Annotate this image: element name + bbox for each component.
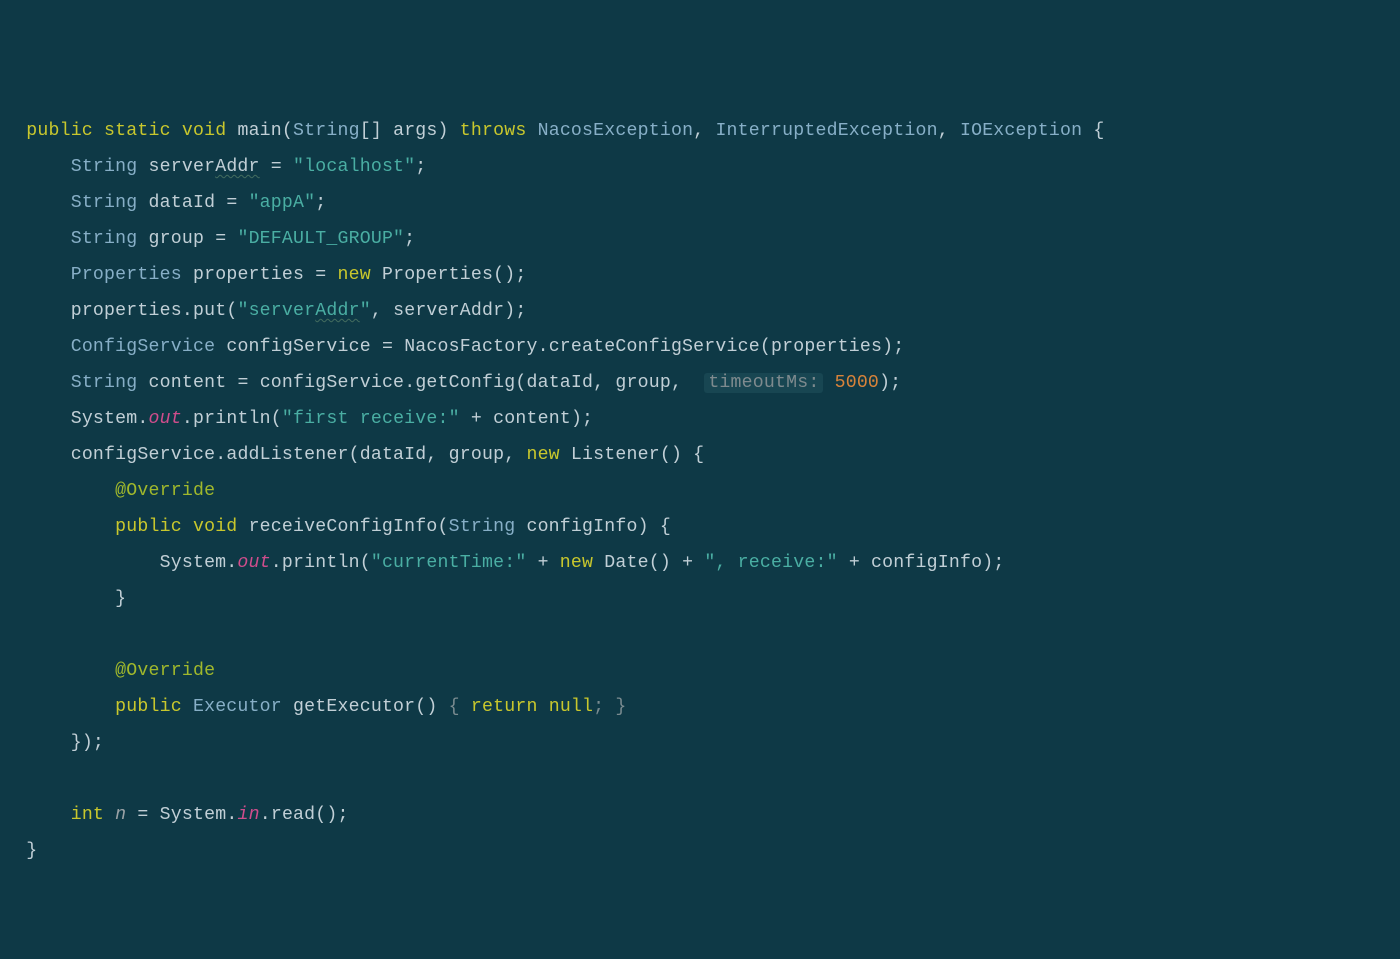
type-string: String [293, 121, 360, 141]
type-string2: String [71, 157, 138, 177]
keyword-return: return [471, 697, 538, 717]
ref-serverAddr: serverAddr [393, 301, 504, 321]
type-configservice: ConfigService [71, 337, 216, 357]
type-string3: String [71, 193, 138, 213]
type-properties: Properties [71, 265, 182, 285]
keyword-new1: new [338, 265, 371, 285]
arg-dataId1: dataId [526, 373, 593, 393]
keyword-void2: void [193, 517, 237, 537]
str-currentTime: "currentTime:" [371, 553, 527, 573]
keyword-public3: public [115, 697, 182, 717]
method-println2: println [282, 553, 360, 573]
var-group: group [149, 229, 205, 249]
type-string6: String [449, 517, 516, 537]
inlay-hint-timeoutMs: timeoutMs: [704, 373, 823, 393]
ref-configService2: configService [71, 445, 216, 465]
method-getExecutor: getExecutor [293, 697, 415, 717]
param-configInfo: configInfo [526, 517, 637, 537]
num-5000: 5000 [835, 373, 879, 393]
field-out1: out [149, 409, 182, 429]
method-main: main [237, 121, 281, 141]
keyword-null: null [549, 697, 593, 717]
ref-content: content [493, 409, 571, 429]
method-createConfigService: createConfigService [549, 337, 760, 357]
ref-properties: properties [71, 301, 182, 321]
keyword-public2: public [115, 517, 182, 537]
arg-group2: group [449, 445, 505, 465]
arg-dataId2: dataId [360, 445, 427, 465]
annotation-override2: @Override [115, 661, 215, 681]
ref-nacosfactory: NacosFactory [404, 337, 537, 357]
ctor-date: Date [604, 553, 648, 573]
ctor-properties: Properties [382, 265, 493, 285]
code-block: public static void main(String[] args) t… [4, 121, 1104, 861]
type-string4: String [71, 229, 138, 249]
str-localhost: "localhost" [293, 157, 415, 177]
str-appA: "appA" [249, 193, 316, 213]
str-serverAddr-key: "serverAddr" [237, 301, 370, 321]
arg-properties: properties [771, 337, 882, 357]
field-in: in [237, 805, 259, 825]
str-default-group: "DEFAULT_GROUP" [237, 229, 404, 249]
annotation-override1: @Override [115, 481, 215, 501]
method-println1: println [193, 409, 271, 429]
ref-configInfo: configInfo [871, 553, 982, 573]
ctor-listener: Listener [571, 445, 660, 465]
param-args: args [393, 121, 437, 141]
ex-nacos: NacosException [538, 121, 694, 141]
type-executor: Executor [193, 697, 282, 717]
var-configService: configService [226, 337, 371, 357]
ref-system2: System [160, 553, 227, 573]
keyword-static: static [104, 121, 171, 141]
field-out2: out [237, 553, 270, 573]
var-content: content [149, 373, 227, 393]
ex-io: IOException [960, 121, 1082, 141]
keyword-new3: new [560, 553, 593, 573]
var-dataId: dataId [149, 193, 216, 213]
var-n: n [115, 805, 126, 825]
var-serverAddr: serverAddr [149, 157, 260, 177]
keyword-public: public [26, 121, 93, 141]
method-getConfig: getConfig [415, 373, 515, 393]
ref-system1: System [71, 409, 138, 429]
method-addListener: addListener [226, 445, 348, 465]
keyword-throws: throws [460, 121, 527, 141]
method-receiveConfigInfo: receiveConfigInfo [249, 517, 438, 537]
ref-configService1: configService [260, 373, 405, 393]
ref-system3: System [160, 805, 227, 825]
keyword-void: void [182, 121, 226, 141]
arg-group1: group [615, 373, 671, 393]
var-properties: properties [193, 265, 304, 285]
method-put: put [193, 301, 226, 321]
str-first-receive: "first receive:" [282, 409, 460, 429]
str-receive: ", receive:" [704, 553, 837, 573]
ex-interrupted: InterruptedException [715, 121, 937, 141]
type-string5: String [71, 373, 138, 393]
method-read: read [271, 805, 315, 825]
keyword-int: int [71, 805, 104, 825]
keyword-new2: new [526, 445, 559, 465]
